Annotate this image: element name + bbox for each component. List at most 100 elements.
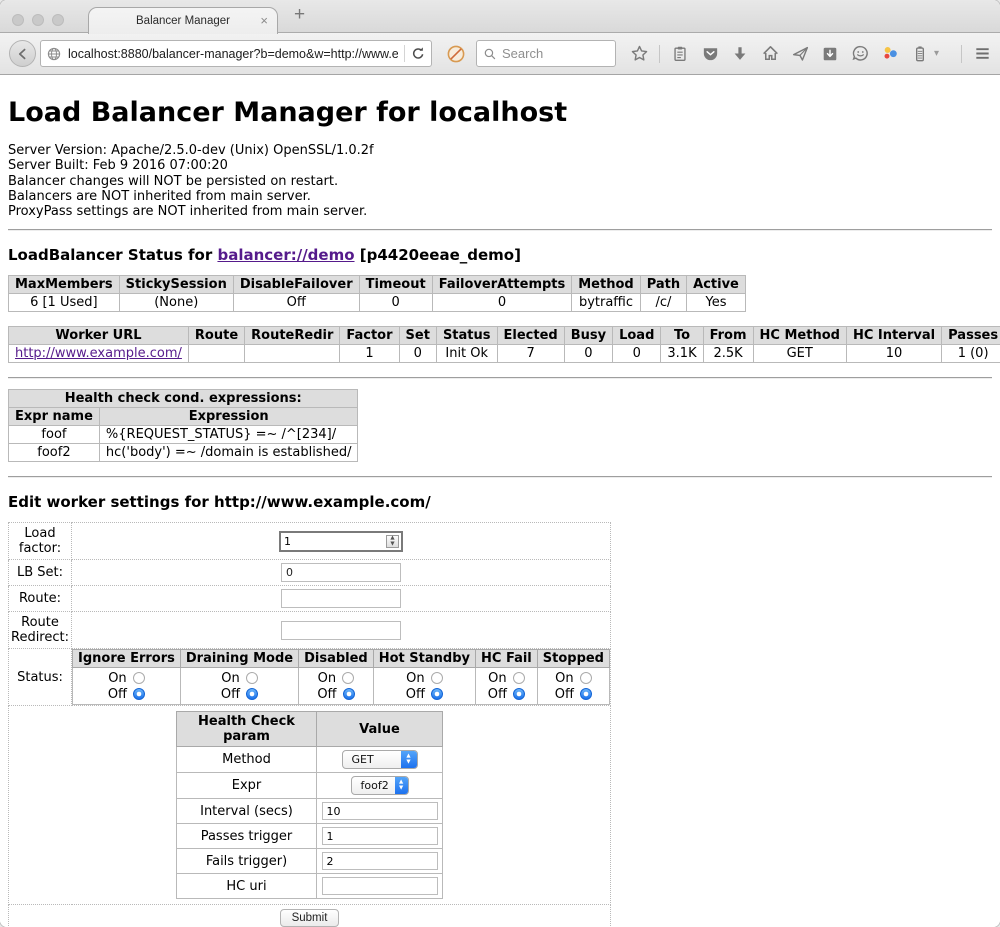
cell-disablefailover: Off	[233, 294, 359, 312]
lb-set-input[interactable]	[281, 563, 401, 582]
tab-bar: Balancer Manager × +	[0, 0, 1000, 33]
server-version-line: Server Version: Apache/2.5.0-dev (Unix) …	[8, 143, 992, 158]
hc-fail-off-radio[interactable]	[513, 688, 525, 700]
load-factor-input[interactable]	[281, 533, 386, 550]
url-text[interactable]: localhost:8880/balancer-manager?b=demo&w…	[68, 47, 398, 61]
draining-mode-on-radio[interactable]	[246, 672, 258, 684]
off-label: Off	[406, 687, 425, 702]
hc-fail-on-radio[interactable]	[513, 672, 525, 684]
heading-prefix: LoadBalancer Status for	[8, 246, 217, 264]
ignore-errors-on-radio[interactable]	[133, 672, 145, 684]
toolbar-separator	[961, 45, 962, 63]
tab-title: Balancer Manager	[136, 15, 230, 27]
cell-active: Yes	[687, 294, 746, 312]
cell-worker-url: http://www.example.com/	[9, 345, 189, 363]
downloads-icon[interactable]	[730, 44, 750, 64]
hc-fails-input[interactable]	[322, 852, 438, 870]
number-spinner-icon[interactable]: ▲▼	[386, 535, 399, 548]
balancer-status-table: MaxMembers StickySession DisableFailover…	[8, 275, 746, 312]
submit-button[interactable]: Submit	[280, 909, 340, 927]
cell-route	[188, 345, 244, 363]
cell-factor: 1	[340, 345, 399, 363]
home-icon[interactable]	[760, 44, 780, 64]
hc-method-selected-value: GET	[343, 753, 401, 766]
route-row: Route:	[9, 586, 611, 612]
hc-method-select[interactable]: GET ▲▼	[342, 750, 418, 769]
cell-failoverattempts: 0	[432, 294, 572, 312]
hc-passes-input[interactable]	[322, 827, 438, 845]
close-window-button[interactable]	[12, 14, 24, 26]
hot-standby-on-radio[interactable]	[431, 672, 443, 684]
cell-to: 3.1K	[661, 345, 703, 363]
cell-passes: 1 (0)	[942, 345, 1000, 363]
col-expr-name: Expr name	[9, 408, 100, 426]
submit-row: Submit	[9, 905, 611, 927]
zoom-window-button[interactable]	[52, 14, 64, 26]
chevron-down-icon[interactable]: ▾	[934, 48, 939, 59]
cell-load: 0	[613, 345, 661, 363]
new-tab-button[interactable]: +	[294, 4, 305, 26]
menu-hamburger-icon[interactable]	[972, 44, 992, 64]
hc-expr-select[interactable]: foof2 ▲▼	[351, 776, 409, 795]
worker-url-link[interactable]: http://www.example.com/	[15, 346, 182, 361]
back-button[interactable]	[9, 40, 36, 67]
ignore-errors-off-radio[interactable]	[133, 688, 145, 700]
colored-dots-extension-icon[interactable]	[880, 44, 900, 64]
search-bar[interactable]: Search	[476, 40, 616, 67]
table-header-row: MaxMembers StickySession DisableFailover…	[9, 276, 746, 294]
col-ignore-errors: Ignore Errors	[73, 650, 181, 668]
on-label: On	[318, 671, 336, 686]
server-built-line: Server Built: Feb 9 2016 07:00:20	[8, 158, 992, 173]
globe-icon	[46, 46, 62, 62]
feedback-smiley-icon[interactable]	[850, 44, 870, 64]
route-input[interactable]	[281, 589, 401, 608]
cell-expr-name: foof2	[9, 444, 100, 462]
browser-window: Balancer Manager × + localhost:8880/bala…	[0, 0, 1000, 927]
page-title: Load Balancer Manager for localhost	[8, 97, 992, 128]
route-redirect-input[interactable]	[281, 621, 401, 640]
draining-mode-off-radio[interactable]	[246, 688, 258, 700]
adblock-extension-icon[interactable]	[446, 44, 466, 64]
balancer-demo-link[interactable]: balancer://demo	[217, 246, 354, 264]
col-path: Path	[640, 276, 686, 294]
route-redirect-label: Route Redirect:	[9, 612, 72, 649]
edit-worker-heading: Edit worker settings for http://www.exam…	[8, 493, 992, 511]
save-to-device-icon[interactable]	[820, 44, 840, 64]
bookmark-star-icon[interactable]	[629, 44, 649, 64]
balancers-warning-line: Balancers are NOT inherited from main se…	[8, 189, 992, 204]
col-hc-param: Health Check param	[177, 712, 317, 747]
lb-set-row: LB Set:	[9, 560, 611, 586]
on-label: On	[488, 671, 506, 686]
hc-expr-selected-value: foof2	[352, 779, 395, 792]
off-label: Off	[317, 687, 336, 702]
device-battery-icon[interactable]	[910, 44, 930, 64]
cell-routeredir	[245, 345, 340, 363]
tab-close-icon[interactable]: ×	[260, 13, 268, 28]
col-active: Active	[687, 276, 746, 294]
disabled-cell: On Off	[299, 668, 374, 705]
search-placeholder: Search	[502, 46, 543, 61]
hc-interval-input[interactable]	[322, 802, 438, 820]
disabled-on-radio[interactable]	[342, 672, 354, 684]
col-hc-method: HC Method	[753, 327, 846, 345]
on-label: On	[555, 671, 573, 686]
disabled-off-radio[interactable]	[343, 688, 355, 700]
stopped-off-radio[interactable]	[580, 688, 592, 700]
stopped-on-radio[interactable]	[580, 672, 592, 684]
pocket-icon[interactable]	[700, 44, 720, 64]
url-bar[interactable]: localhost:8880/balancer-manager?b=demo&w…	[40, 40, 432, 67]
send-page-icon[interactable]	[790, 44, 810, 64]
col-set: Set	[399, 327, 436, 345]
page-content: Load Balancer Manager for localhost Serv…	[0, 97, 1000, 927]
col-method: Method	[572, 276, 640, 294]
tab-balancer-manager[interactable]: Balancer Manager ×	[88, 7, 278, 34]
hot-standby-off-radio[interactable]	[431, 688, 443, 700]
clipboard-icon[interactable]	[670, 44, 690, 64]
col-routeredir: RouteRedir	[245, 327, 340, 345]
reload-icon[interactable]	[411, 46, 426, 61]
cell-stickysession: (None)	[119, 294, 233, 312]
minimize-window-button[interactable]	[32, 14, 44, 26]
off-label: Off	[108, 687, 127, 702]
off-label: Off	[555, 687, 574, 702]
hc-uri-input[interactable]	[322, 877, 438, 895]
